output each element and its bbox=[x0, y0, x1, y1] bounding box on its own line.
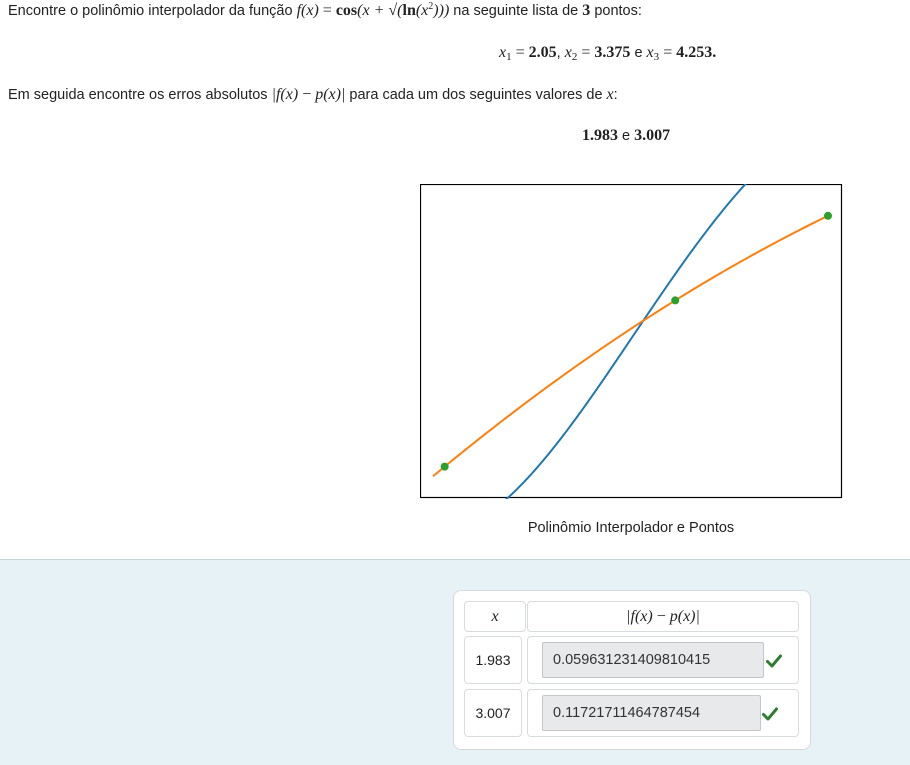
row1-answer-input[interactable] bbox=[542, 642, 764, 678]
statement-suffix: na seguinte lista de bbox=[453, 3, 579, 19]
eval-value-2: 3.007 bbox=[634, 127, 671, 144]
interpolation-point-2 bbox=[671, 296, 680, 305]
errors-prefix: Em seguida encontre os erros absolutos bbox=[8, 87, 268, 103]
statement-prefix: Encontre o polinômio interpolador da fun… bbox=[8, 3, 293, 19]
point-x2: 3.375 bbox=[594, 44, 631, 61]
problem-statement-line3: Em seguida encontre os erros absolutos |… bbox=[8, 86, 618, 103]
errors-suffix: para cada um dos seguintes valores de bbox=[349, 87, 603, 103]
row2-answer-input[interactable] bbox=[542, 695, 761, 731]
chart-caption: Polinômio Interpolador e Pontos bbox=[527, 520, 735, 536]
interpolation-chart bbox=[420, 184, 843, 499]
point-x3: 4.253 bbox=[676, 44, 713, 61]
plot-frame bbox=[420, 184, 843, 499]
eval-value-1: 1.983 bbox=[582, 127, 618, 144]
eval-values: 1.983 e 3.007 bbox=[582, 127, 670, 145]
num-points: 3 bbox=[582, 2, 591, 19]
point-x1: 2.05 bbox=[528, 44, 557, 61]
header-x: x bbox=[464, 601, 526, 632]
row2-x: 3.007 bbox=[464, 689, 522, 737]
row1-x: 1.983 bbox=[464, 636, 522, 684]
interpolation-point-3 bbox=[824, 211, 832, 220]
row1-correct-check-icon bbox=[766, 654, 782, 668]
function-formula: f(x) = cos(x + √(ln(x2))) bbox=[296, 1, 450, 19]
statement-end: pontos: bbox=[594, 3, 642, 19]
header-abs-error: |f(x) − p(x)| bbox=[527, 601, 799, 632]
row2-correct-check-icon bbox=[762, 707, 778, 721]
row2-answer-cell bbox=[527, 689, 799, 737]
abs-error-formula: |f(x) − p(x)| bbox=[271, 86, 346, 103]
row1-answer-cell bbox=[527, 636, 799, 684]
interpolation-point-1 bbox=[440, 462, 449, 471]
problem-statement-line1: Encontre o polinômio interpolador da fun… bbox=[8, 1, 642, 20]
connector-e: e bbox=[634, 45, 643, 61]
eval-connector-e: e bbox=[622, 128, 631, 144]
points-list: x1 = 2.05, x2 = 3.375 e x3 = 4.253. bbox=[499, 44, 717, 63]
answer-card: x |f(x) − p(x)| 1.983 3.007 bbox=[453, 590, 811, 750]
